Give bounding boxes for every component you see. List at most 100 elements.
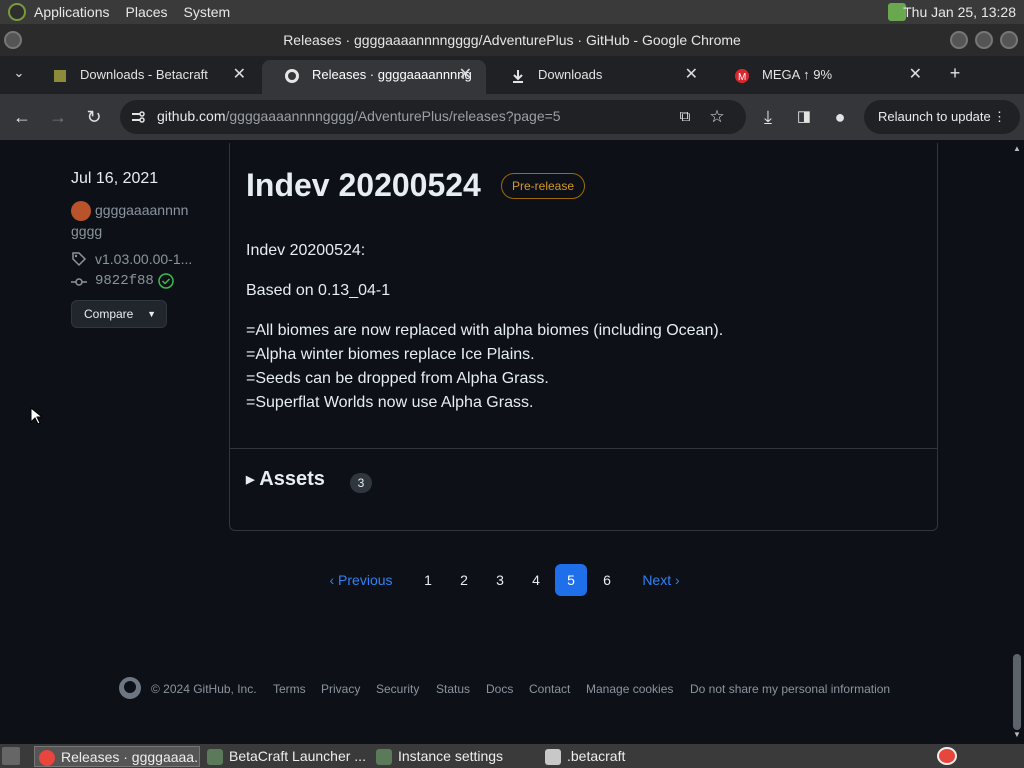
assets-toggle[interactable]: ▶ Assets [246,468,325,491]
relaunch-label: Relaunch to update [878,109,991,124]
tab-close-icon[interactable]: ✕ [909,60,922,90]
window-menu-icon[interactable] [4,31,22,49]
scrollbar-thumb[interactable] [1013,654,1021,730]
taskbar-label: BetaCraft Launcher ... [229,748,366,764]
commit-hash[interactable]: 9822f88 [95,273,154,289]
footer-link-security[interactable]: Security [376,682,419,696]
applications-menu[interactable]: Applications [26,4,118,20]
show-desktop-icon[interactable] [2,747,20,765]
tab-downloads[interactable]: Downloads ✕ [488,60,712,94]
verified-check-icon [158,273,174,289]
toolbar: ← → ↻ github.com/ggggaaaannnngggg/Advent… [0,94,1024,140]
pagination-previous[interactable]: ‹ Previous [318,564,404,596]
site-info-icon[interactable] [130,109,146,125]
taskbar-item-betacraft-folder[interactable]: .betacraft [541,746,707,767]
footer-copyright: © 2024 GitHub, Inc. [151,682,257,696]
url-path: /ggggaaaannnngggg/AdventurePlus/releases… [225,108,561,124]
page-content: Jul 16, 2021 ggggaaaannnn gggg v1.03.00.… [0,140,1010,744]
address-bar[interactable]: github.com/ggggaaaannnngggg/AdventurePlu… [120,100,746,134]
taskbar: Releases · ggggaaaa... BetaCraft Launche… [0,744,1024,768]
release-body-line: =All biomes are now replaced with alpha … [246,322,724,339]
tab-close-icon[interactable]: ✕ [459,60,472,90]
downloads-toolbar-icon[interactable]: ⤓ [757,106,779,128]
taskbar-label: .betacraft [567,748,626,764]
author-name[interactable]: ggggaaaannnn [95,202,188,218]
page-link-3[interactable]: 3 [484,564,516,596]
more-menu-icon[interactable]: ⋮ [993,100,1006,134]
gnome-logo-icon[interactable] [8,3,26,21]
tab-strip: ⌄ Downloads - Betacraft ✕ Releases · ggg… [0,56,1024,94]
minimize-icon[interactable] [950,31,968,49]
page-link-1[interactable]: 1 [412,564,444,596]
tab-close-icon[interactable]: ✕ [685,60,698,90]
taskbar-item-instance-settings[interactable]: Instance settings [372,746,538,767]
tab-releases[interactable]: Releases · ggggaaaannnng ✕ [262,60,486,94]
tab-label: Downloads [538,67,603,82]
system-menu[interactable]: System [176,4,239,20]
profile-icon[interactable]: ● [829,106,851,128]
tab-close-icon[interactable]: ✕ [233,60,246,90]
chevron-right-icon: › [675,572,680,588]
release-tag[interactable]: v1.03.00.00-1... [95,251,192,267]
prerelease-badge: Pre-release [501,173,586,199]
avatar[interactable] [71,201,91,221]
release-title[interactable]: Indev 20200524 [246,167,481,204]
back-icon[interactable]: ← [11,106,33,128]
maximize-icon[interactable] [975,31,993,49]
release-body-line: Indev 20200524: [246,242,366,259]
footer-link-do-not-share[interactable]: Do not share my personal information [690,682,890,696]
footer-link-terms[interactable]: Terms [273,682,306,696]
reload-icon[interactable]: ↻ [83,106,105,128]
footer-link-docs[interactable]: Docs [486,682,513,696]
release-body-line: Based on 0.13_04-1 [246,282,391,299]
close-window-icon[interactable] [1000,31,1018,49]
tab-mega[interactable]: M MEGA ↑ 9% ✕ [712,60,936,94]
tag-icon [72,252,87,267]
places-menu[interactable]: Places [118,4,176,20]
tab-downloads-betacraft[interactable]: Downloads - Betacraft ✕ [30,60,260,94]
scroll-down-icon[interactable]: ▼ [1013,730,1021,739]
url-text[interactable]: github.com/ggggaaaannnngggg/AdventurePlu… [157,108,561,124]
page-link-6[interactable]: 6 [591,564,623,596]
scroll-up-icon[interactable]: ▲ [1013,144,1021,153]
pagination-next[interactable]: Next › [630,564,692,596]
download-icon [513,70,523,83]
relaunch-button[interactable]: Relaunch to update ⋮ [864,100,1020,134]
next-label: Next [642,572,672,588]
footer-link-cookies[interactable]: Manage cookies [586,682,673,696]
compare-label: Compare [84,307,134,321]
taskbar-item-chrome[interactable]: Releases · ggggaaaa... [34,746,200,767]
chrome-tray-icon[interactable] [937,747,957,765]
page-link-4[interactable]: 4 [520,564,552,596]
footer-link-privacy[interactable]: Privacy [321,682,360,696]
footer-link-contact[interactable]: Contact [529,682,570,696]
new-tab-icon[interactable]: + [944,62,966,84]
page-link-2[interactable]: 2 [448,564,480,596]
install-app-icon[interactable]: ⧉ [674,106,696,128]
footer-link-status[interactable]: Status [436,682,470,696]
taskbar-item-betacraft[interactable]: BetaCraft Launcher ... [203,746,369,767]
java-icon [376,749,392,765]
github-logo-icon[interactable] [118,676,142,700]
chevron-down-icon: ▼ [147,309,156,319]
previous-label: Previous [338,572,393,588]
release-date: Jul 16, 2021 [71,170,159,187]
tab-search-chevron-icon[interactable]: ⌄ [8,62,30,84]
forward-icon[interactable]: → [47,106,69,128]
compare-button[interactable]: Compare ▼ [71,300,167,328]
java-icon [207,749,223,765]
author-name-cont[interactable]: gggg [71,223,102,239]
assets-count-badge: 3 [350,473,372,493]
system-panel: Applications Places System Thu Jan 25, 1… [0,0,1024,24]
chevron-left-icon: ‹ [329,572,335,588]
bookmark-star-icon[interactable]: ☆ [706,106,728,128]
github-icon [285,69,299,83]
clock[interactable]: Thu Jan 25, 13:28 [903,4,1016,20]
side-panel-icon[interactable]: ◨ [793,106,815,128]
disclosure-triangle-icon: ▶ [246,474,255,487]
page-link-current[interactable]: 5 [555,564,587,596]
url-host: github.com [157,108,226,124]
chrome-icon [39,750,55,766]
release-body-line: =Seeds can be dropped from Alpha Grass. [246,370,549,387]
page-scrollbar[interactable]: ▲ ▼ [1010,140,1024,744]
